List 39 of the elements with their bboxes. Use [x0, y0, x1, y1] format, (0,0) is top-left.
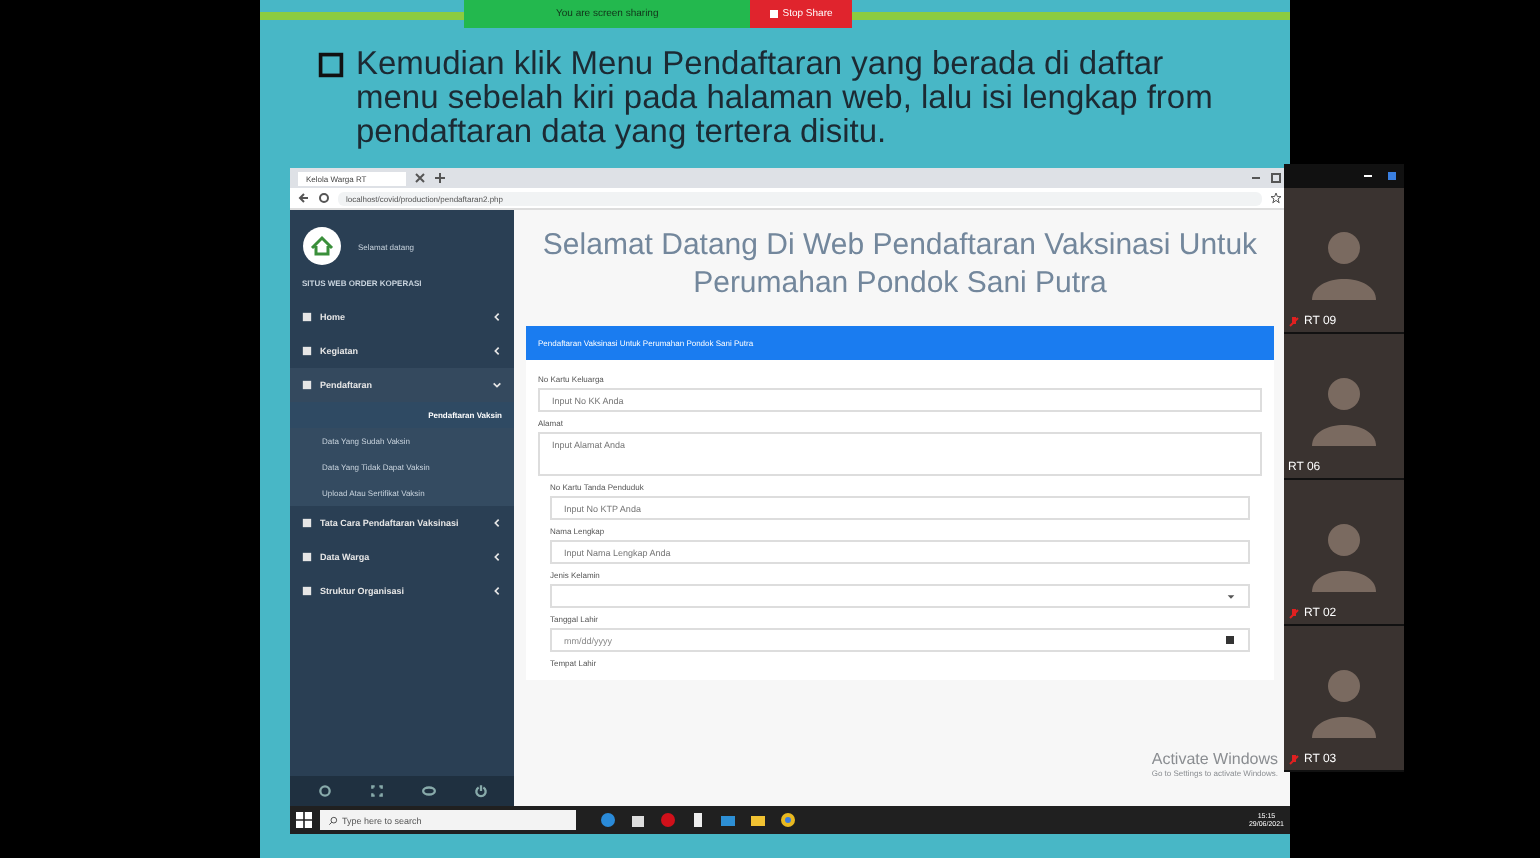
chevron-left-icon — [492, 552, 502, 562]
star-icon[interactable] — [1270, 192, 1282, 204]
chevron-left-icon — [492, 346, 502, 356]
power-icon[interactable] — [473, 784, 487, 798]
chevron-down-icon — [492, 380, 502, 390]
checkbox-bullet-icon — [318, 52, 344, 78]
grid-view-icon[interactable] — [1386, 170, 1398, 182]
fullscreen-icon[interactable] — [369, 784, 383, 798]
stop-square-icon — [770, 10, 779, 18]
reload-icon[interactable] — [318, 192, 330, 204]
windows-start-icon[interactable] — [296, 812, 312, 828]
menu-item-icon — [302, 380, 312, 390]
search-icon — [328, 815, 338, 825]
folder-icon[interactable] — [720, 812, 736, 828]
chevron-left-icon — [492, 518, 502, 528]
instruction-text: Kemudian klik Menu Pendaftaran yang berada di daftar menu sebelah kiri pada halaman web, lalu isi lengkap from pendaftaran data yang tertera disitu. — [356, 48, 1215, 152]
settings-icon[interactable] — [317, 784, 331, 798]
menu-item-icon — [302, 552, 312, 562]
menu-item-icon — [302, 586, 312, 596]
select-field[interactable] — [550, 584, 1250, 608]
back-arrow-icon[interactable] — [298, 192, 310, 204]
activation-notice-title: Activate Windows — [1151, 750, 1278, 768]
chevron-left-icon — [492, 586, 502, 596]
chevron-left-icon — [492, 312, 502, 322]
store-bag-icon[interactable] — [630, 812, 646, 828]
close-icon[interactable] — [414, 172, 427, 184]
document-icon[interactable] — [690, 812, 706, 828]
file-explorer-icon[interactable] — [750, 812, 766, 828]
minimize-icon[interactable] — [1362, 170, 1374, 182]
caret-icon — [1226, 591, 1236, 601]
calendar-icon[interactable] — [1224, 634, 1236, 646]
page-heading: Selamat Datang Di Web Pendaftaran Vaksinasi Untuk Perumahan Pondok Sani Putra — [540, 226, 1260, 302]
house-logo-icon — [302, 226, 342, 266]
maximize-icon[interactable] — [1270, 172, 1282, 184]
menu-item-icon — [302, 518, 312, 528]
eye-icon[interactable] — [421, 784, 435, 798]
menu-item-icon — [302, 346, 312, 356]
menu-item-icon — [302, 312, 312, 322]
plus-icon[interactable] — [434, 172, 447, 184]
